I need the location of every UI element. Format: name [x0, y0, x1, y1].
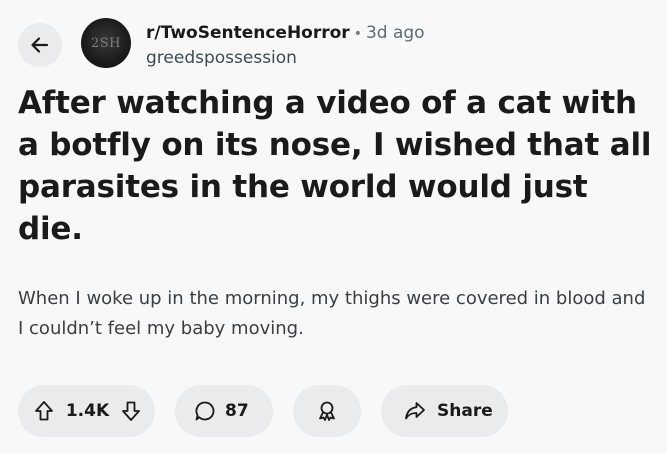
vote-count: 1.4K [65, 401, 110, 421]
arrow-left-icon [29, 34, 51, 56]
avatar-label: 2SH [90, 35, 121, 51]
share-arrow-icon [403, 399, 427, 423]
vote-pill: 1.4K [18, 385, 155, 437]
subreddit-link[interactable]: r/TwoSentenceHorror [146, 23, 350, 43]
post-title: After watching a video of a cat with a b… [18, 85, 652, 247]
share-label: Share [437, 401, 493, 421]
award-ribbon-icon [315, 399, 339, 423]
post-body: When I woke up in the morning, my thighs… [18, 288, 646, 339]
upvote-arrow-icon[interactable] [32, 399, 56, 423]
post-meta: r/TwoSentenceHorror • 3d ago greedspossess… [146, 21, 425, 70]
award-button[interactable] [293, 385, 361, 437]
comment-bubble-icon [193, 399, 217, 423]
downvote-arrow-icon[interactable] [119, 399, 143, 423]
author-link[interactable]: greedspossession [146, 46, 425, 70]
post-time: 3d ago [365, 23, 425, 43]
subreddit-avatar[interactable]: 2SH [81, 18, 131, 68]
back-button[interactable] [18, 23, 62, 67]
share-button[interactable]: Share [381, 385, 508, 437]
meta-separator: • [353, 26, 362, 42]
action-bar: 1.4K 87 Share [18, 385, 508, 437]
comment-count: 87 [225, 401, 249, 421]
comments-button[interactable]: 87 [175, 385, 273, 437]
